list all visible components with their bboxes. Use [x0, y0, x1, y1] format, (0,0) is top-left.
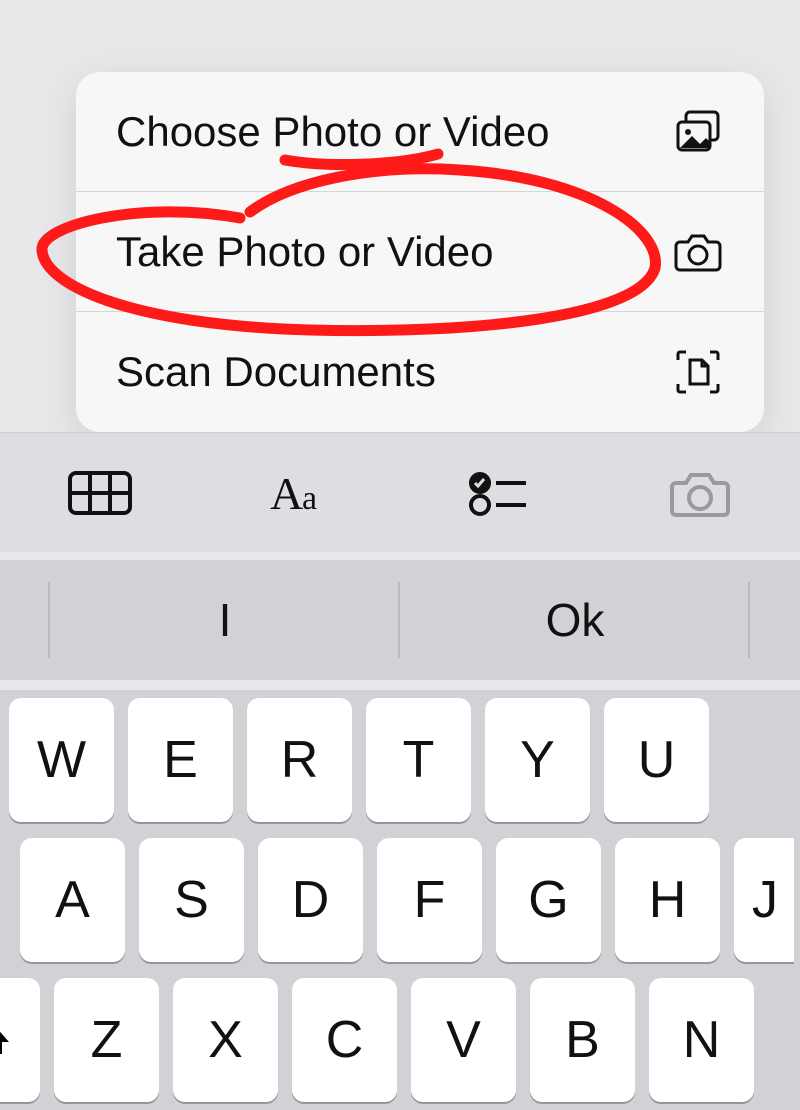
suggestion-right-spacer	[750, 560, 800, 680]
camera-icon[interactable]	[660, 457, 740, 529]
suggestion-item[interactable]: I	[50, 560, 400, 680]
svg-text:A: A	[270, 468, 303, 519]
camera-icon	[672, 226, 724, 278]
key-n[interactable]: N	[649, 978, 754, 1102]
gallery-icon	[672, 106, 724, 158]
key-b[interactable]: B	[530, 978, 635, 1102]
format-toolbar: A a	[0, 432, 800, 552]
key-v[interactable]: V	[411, 978, 516, 1102]
key-d[interactable]: D	[258, 838, 363, 962]
key-g[interactable]: G	[496, 838, 601, 962]
keyboard-suggestions: I Ok	[0, 560, 800, 680]
scan-icon	[672, 346, 724, 398]
key-y[interactable]: Y	[485, 698, 590, 822]
menu-item-choose-photo[interactable]: Choose Photo or Video	[76, 72, 764, 192]
menu-item-label: Scan Documents	[116, 348, 436, 396]
table-icon[interactable]	[60, 457, 140, 529]
key-x[interactable]: X	[173, 978, 278, 1102]
keyboard-row: Q W E R T Y U	[0, 690, 800, 830]
key-z[interactable]: Z	[54, 978, 159, 1102]
attachment-menu: Choose Photo or Video Take Photo or Vide…	[76, 72, 764, 432]
key-a[interactable]: A	[20, 838, 125, 962]
checklist-icon[interactable]	[460, 457, 540, 529]
key-c[interactable]: C	[292, 978, 397, 1102]
key-w[interactable]: W	[9, 698, 114, 822]
key-f[interactable]: F	[377, 838, 482, 962]
menu-item-label: Choose Photo or Video	[116, 108, 550, 156]
menu-item-take-photo[interactable]: Take Photo or Video	[76, 192, 764, 312]
keyboard: Q W E R T Y U A S D F G H J Z X C V B N	[0, 690, 800, 1110]
shift-key[interactable]	[0, 978, 40, 1102]
key-u[interactable]: U	[604, 698, 709, 822]
key-s[interactable]: S	[139, 838, 244, 962]
keyboard-row: Z X C V B N	[0, 970, 800, 1110]
key-j[interactable]: J	[734, 838, 794, 962]
menu-item-label: Take Photo or Video	[116, 228, 494, 276]
svg-text:a: a	[302, 480, 317, 517]
text-format-icon[interactable]: A a	[260, 457, 340, 529]
key-t[interactable]: T	[366, 698, 471, 822]
key-h[interactable]: H	[615, 838, 720, 962]
key-r[interactable]: R	[247, 698, 352, 822]
key-e[interactable]: E	[128, 698, 233, 822]
suggestion-left-spacer	[0, 560, 50, 680]
suggestion-item[interactable]: Ok	[400, 560, 750, 680]
menu-item-scan-documents[interactable]: Scan Documents	[76, 312, 764, 432]
keyboard-row: A S D F G H J	[0, 830, 800, 970]
